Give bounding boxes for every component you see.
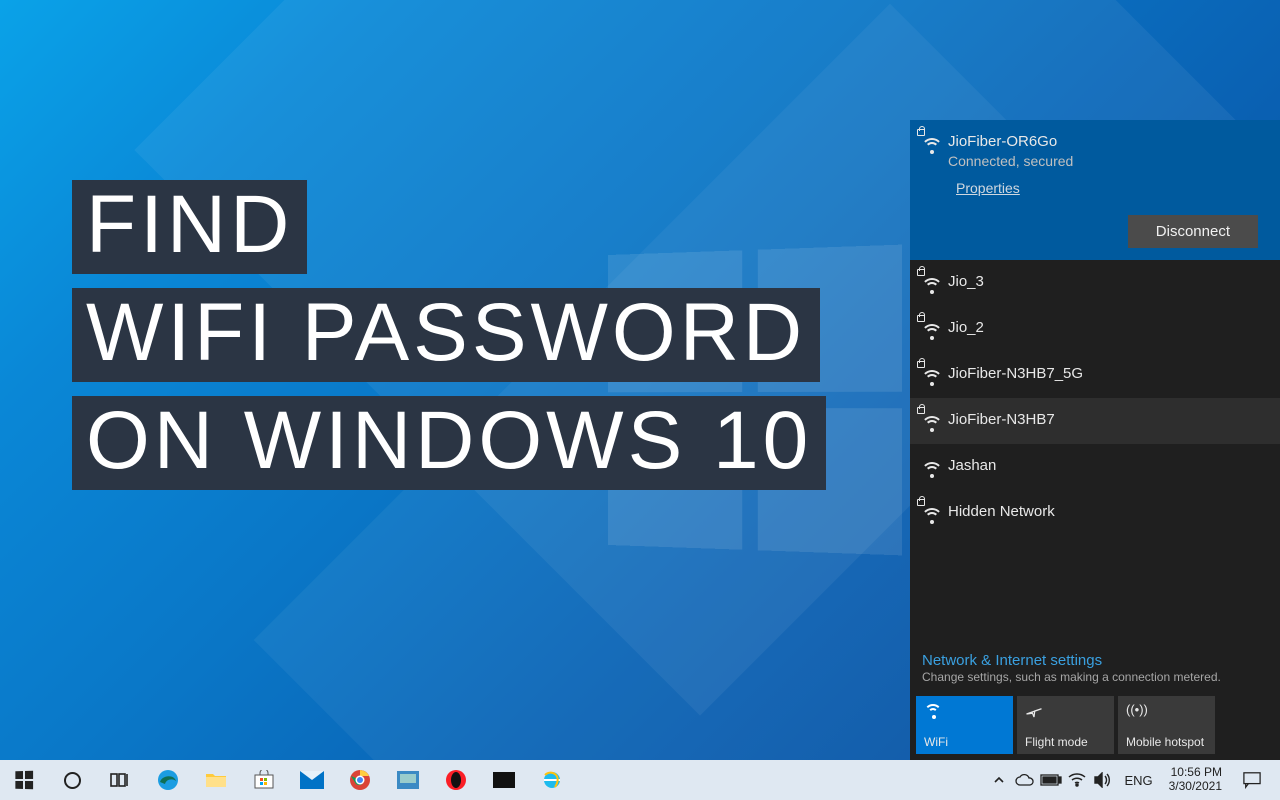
- headline-overlay: FIND WIFI PASSWORD ON WINDOWS 10: [72, 180, 826, 504]
- taskbar-app-edge[interactable]: [144, 760, 192, 800]
- wifi-secured-icon: [918, 318, 948, 342]
- hotspot-icon: ((•)): [1126, 702, 1207, 720]
- clock-time: 10:56 PM: [1169, 766, 1222, 780]
- speaker-icon: [1094, 772, 1112, 788]
- connected-status: Connected, secured: [948, 152, 1268, 170]
- cortana-button[interactable]: [48, 760, 96, 800]
- wifi-secured-icon: [918, 272, 948, 296]
- disconnect-button[interactable]: Disconnect: [1128, 215, 1258, 248]
- lang-label: ENG: [1124, 773, 1152, 788]
- clock-date: 3/30/2021: [1169, 780, 1222, 794]
- battery-icon: [1040, 774, 1062, 786]
- properties-link[interactable]: Properties: [956, 180, 1020, 196]
- tile-wifi-label: WiFi: [924, 736, 1005, 749]
- network-flyout: JioFiber-OR6Go Connected, secured Proper…: [910, 120, 1280, 760]
- start-button[interactable]: [0, 760, 48, 800]
- taskbar-app-mail[interactable]: [288, 760, 336, 800]
- wifi-icon: [1068, 773, 1086, 787]
- tray-onedrive-icon[interactable]: [1012, 760, 1038, 800]
- available-networks-list: Jio_3 Jio_2 JioFiber-N3HB7_5G JioFiber-N3HB…: [910, 260, 1280, 536]
- tray-language[interactable]: ENG: [1116, 773, 1160, 788]
- network-settings-link[interactable]: Network & Internet settings Change setti…: [910, 644, 1280, 690]
- headline-line-2: WIFI PASSWORD: [72, 288, 820, 382]
- wifi-secured-icon: [918, 410, 948, 434]
- taskbar-app-microsoft-store[interactable]: [240, 760, 288, 800]
- wifi-icon: [918, 456, 948, 480]
- wifi-icon: [924, 702, 1005, 720]
- taskbar-app-generic-1[interactable]: [384, 760, 432, 800]
- windows-start-icon: [15, 771, 33, 789]
- store-icon: [253, 770, 275, 790]
- tray-volume-icon[interactable]: [1090, 760, 1116, 800]
- notification-icon: [1243, 771, 1261, 789]
- taskbar-app-terminal[interactable]: [480, 760, 528, 800]
- tile-flight-label: Flight mode: [1025, 736, 1106, 749]
- ie-icon: [541, 769, 563, 791]
- network-ssid: Jio_3: [948, 270, 1268, 292]
- headline-line-3: ON WINDOWS 10: [72, 396, 826, 490]
- opera-icon: [445, 769, 467, 791]
- network-item[interactable]: Hidden Network: [910, 490, 1280, 536]
- taskbar-app-file-explorer[interactable]: [192, 760, 240, 800]
- connected-ssid: JioFiber-OR6Go: [948, 132, 1268, 152]
- action-center-button[interactable]: [1230, 771, 1274, 789]
- network-item-connected[interactable]: JioFiber-OR6Go Connected, secured Proper…: [910, 120, 1280, 260]
- app-icon: [397, 771, 419, 789]
- network-item[interactable]: Jio_2: [910, 306, 1280, 352]
- tile-flight-mode[interactable]: Flight mode: [1017, 696, 1114, 754]
- tile-mobile-hotspot[interactable]: ((•)) Mobile hotspot: [1118, 696, 1215, 754]
- wifi-secured-icon: [918, 132, 948, 156]
- footer-subtitle: Change settings, such as making a connec…: [922, 670, 1268, 684]
- tray-clock[interactable]: 10:56 PM 3/30/2021: [1161, 766, 1230, 794]
- taskbar-app-opera[interactable]: [432, 760, 480, 800]
- network-ssid: Hidden Network: [948, 500, 1268, 522]
- airplane-icon: [1025, 702, 1106, 720]
- network-ssid: JioFiber-N3HB7: [948, 408, 1268, 430]
- task-view-button[interactable]: [96, 760, 144, 800]
- taskbar: ENG 10:56 PM 3/30/2021: [0, 760, 1280, 800]
- folder-icon: [205, 771, 227, 789]
- network-ssid: JioFiber-N3HB7_5G: [948, 362, 1268, 384]
- network-item[interactable]: JioFiber-N3HB7: [910, 398, 1280, 444]
- network-ssid: Jio_2: [948, 316, 1268, 338]
- headline-line-1: FIND: [72, 180, 307, 274]
- tile-wifi[interactable]: WiFi: [916, 696, 1013, 754]
- network-item[interactable]: Jashan: [910, 444, 1280, 490]
- wifi-secured-icon: [918, 502, 948, 526]
- onedrive-icon: [1015, 773, 1035, 787]
- chrome-icon: [349, 769, 371, 791]
- edge-icon: [156, 768, 180, 792]
- taskbar-app-internet-explorer[interactable]: [528, 760, 576, 800]
- wifi-secured-icon: [918, 364, 948, 388]
- tray-battery-icon[interactable]: [1038, 760, 1064, 800]
- tile-hotspot-label: Mobile hotspot: [1126, 736, 1207, 749]
- footer-title: Network & Internet settings: [922, 652, 1268, 669]
- network-item[interactable]: Jio_3: [910, 260, 1280, 306]
- quick-action-tiles: WiFi Flight mode ((•)) Mobile hotspot: [910, 690, 1280, 760]
- chevron-up-icon: [993, 774, 1005, 786]
- tray-wifi-icon[interactable]: [1064, 760, 1090, 800]
- tray-overflow-button[interactable]: [986, 760, 1012, 800]
- task-view-icon: [110, 772, 130, 788]
- network-ssid: Jashan: [948, 454, 1268, 476]
- terminal-icon: [493, 772, 515, 788]
- cortana-icon: [64, 772, 81, 789]
- taskbar-app-chrome[interactable]: [336, 760, 384, 800]
- network-item[interactable]: JioFiber-N3HB7_5G: [910, 352, 1280, 398]
- mail-icon: [300, 771, 324, 789]
